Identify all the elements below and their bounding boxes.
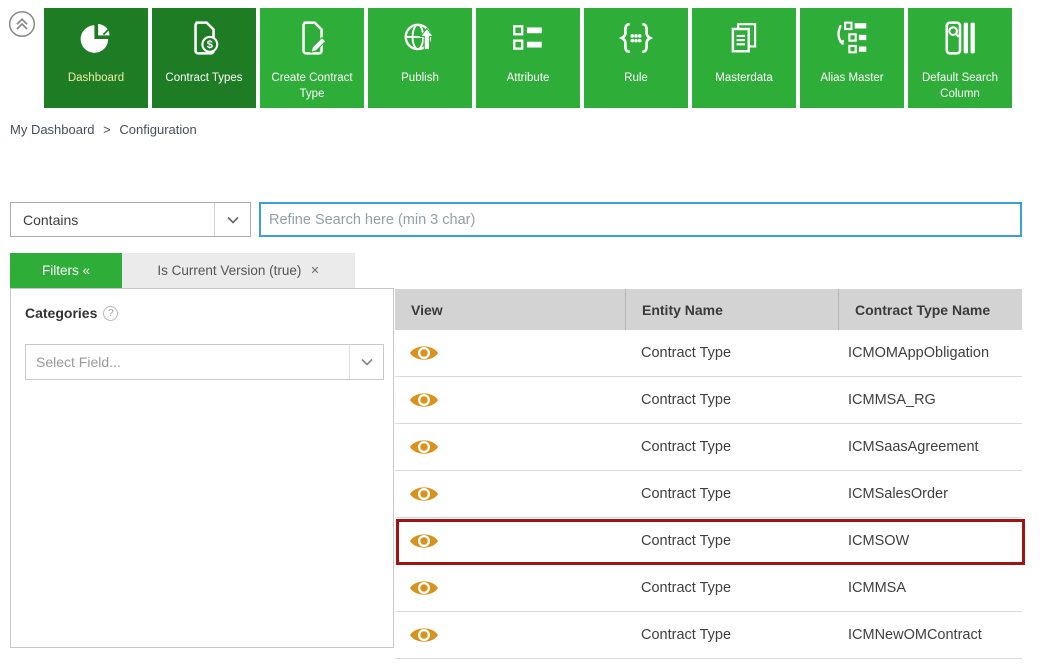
- entity-name-cell: Contract Type: [625, 471, 838, 517]
- pie-chart-icon: [44, 20, 148, 56]
- tile-label: Publish: [371, 71, 469, 87]
- breadcrumb-separator: >: [103, 122, 111, 137]
- search-column-icon: [908, 20, 1012, 56]
- tile-label: Create Contract Type: [263, 71, 361, 102]
- contract-type-name-cell: ICMSalesOrder: [838, 471, 1022, 517]
- svg-text:$: $: [207, 39, 214, 51]
- tile-rule[interactable]: Rule: [584, 8, 688, 108]
- tile-label: Masterdata: [695, 71, 793, 87]
- categories-title: Categories: [25, 305, 97, 321]
- entity-name-cell: Contract Type: [625, 518, 838, 564]
- column-header-view[interactable]: View: [395, 289, 625, 330]
- categories-panel: Categories ? Select Field...: [10, 288, 394, 648]
- view-eye-icon[interactable]: [409, 483, 439, 505]
- filter-chip-label: Is Current Version (true): [157, 263, 301, 278]
- tile-label: Rule: [587, 71, 685, 87]
- filter-chip-is-current-version[interactable]: Is Current Version (true) ✕: [122, 253, 355, 288]
- configuration-page: Dashboard $ Contract Types Create Contra…: [0, 0, 1045, 665]
- chevron-down-icon: [214, 203, 250, 236]
- view-eye-icon[interactable]: [409, 436, 439, 458]
- tile-contract-types[interactable]: $ Contract Types: [152, 8, 256, 108]
- chevron-down-icon: [349, 345, 383, 379]
- table-row-highlighted[interactable]: Contract Type ICMSOW: [395, 518, 1022, 565]
- filters-toggle-tab[interactable]: Filters «: [10, 253, 122, 288]
- tile-dashboard[interactable]: Dashboard: [44, 8, 148, 108]
- filters-tab-label: Filters «: [42, 263, 90, 278]
- table-row[interactable]: Contract Type ICMOMAppObligation: [395, 330, 1022, 377]
- toolbar: Dashboard $ Contract Types Create Contra…: [44, 8, 1012, 108]
- collapse-toolbar-button[interactable]: [8, 10, 36, 38]
- entity-name-cell: Contract Type: [625, 377, 838, 423]
- document-dollar-icon: $: [152, 20, 256, 56]
- help-icon[interactable]: ?: [103, 306, 118, 321]
- tile-label: Contract Types: [155, 71, 253, 87]
- tile-create-contract-type[interactable]: Create Contract Type: [260, 8, 364, 108]
- remove-filter-icon[interactable]: ✕: [310, 264, 319, 277]
- view-eye-icon[interactable]: [409, 389, 439, 411]
- tile-attribute[interactable]: Attribute: [476, 8, 580, 108]
- tile-default-search-column[interactable]: Default Search Column: [908, 8, 1012, 108]
- contract-type-name-cell: ICMMSA: [838, 565, 1022, 611]
- breadcrumb-configuration: Configuration: [119, 122, 196, 137]
- checklist-icon: [476, 20, 580, 56]
- tile-label: Alias Master: [803, 71, 901, 87]
- view-eye-icon[interactable]: [409, 577, 439, 599]
- search-operator-value: Contains: [11, 212, 214, 228]
- tile-publish[interactable]: Publish: [368, 8, 472, 108]
- column-header-contract-type-name[interactable]: Contract Type Name: [838, 289, 1022, 330]
- column-header-entity-name[interactable]: Entity Name: [625, 289, 838, 330]
- stacked-documents-icon: [692, 20, 796, 56]
- select-field-value: Select Field...: [26, 354, 349, 370]
- curly-braces-dots-icon: [584, 20, 688, 56]
- document-pencil-icon: [260, 20, 364, 56]
- entity-name-cell: Contract Type: [625, 330, 838, 376]
- table-row[interactable]: Contract Type ICMMSA: [395, 565, 1022, 612]
- contract-type-name-cell: ICMNewOMContract: [838, 612, 1022, 658]
- contract-type-name-cell: ICMSOW: [838, 518, 1022, 564]
- tile-masterdata[interactable]: Masterdata: [692, 8, 796, 108]
- entity-name-cell: Contract Type: [625, 612, 838, 658]
- table-header-row: View Entity Name Contract Type Name: [395, 289, 1022, 330]
- tile-alias-master[interactable]: Alias Master: [800, 8, 904, 108]
- breadcrumb: My Dashboard > Configuration: [10, 122, 197, 137]
- table-row[interactable]: Contract Type ICMSaasAgreement: [395, 424, 1022, 471]
- select-field-dropdown[interactable]: Select Field...: [25, 344, 384, 380]
- table-row[interactable]: Contract Type ICMNewOMContract: [395, 612, 1022, 659]
- contract-type-name-cell: ICMSaasAgreement: [838, 424, 1022, 470]
- double-chevron-up-icon: [8, 25, 36, 42]
- view-eye-icon[interactable]: [409, 342, 439, 364]
- globe-up-arrow-icon: [368, 20, 472, 56]
- view-eye-icon[interactable]: [409, 530, 439, 552]
- entity-name-cell: Contract Type: [625, 565, 838, 611]
- tile-label: Default Search Column: [911, 71, 1009, 102]
- contract-types-table: View Entity Name Contract Type Name Cont…: [395, 289, 1022, 659]
- contract-type-name-cell: ICMOMAppObligation: [838, 330, 1022, 376]
- table-row[interactable]: Contract Type ICMMSA_RG: [395, 377, 1022, 424]
- search-operator-select[interactable]: Contains: [10, 202, 251, 237]
- contract-type-name-cell: ICMMSA_RG: [838, 377, 1022, 423]
- view-eye-icon[interactable]: [409, 624, 439, 646]
- entity-name-cell: Contract Type: [625, 424, 838, 470]
- breadcrumb-my-dashboard[interactable]: My Dashboard: [10, 122, 95, 137]
- hierarchy-list-arrow-icon: [800, 20, 904, 56]
- tile-label: Dashboard: [47, 71, 145, 87]
- tile-label: Attribute: [479, 71, 577, 87]
- refine-search-input[interactable]: [259, 202, 1022, 237]
- table-row[interactable]: Contract Type ICMSalesOrder: [395, 471, 1022, 518]
